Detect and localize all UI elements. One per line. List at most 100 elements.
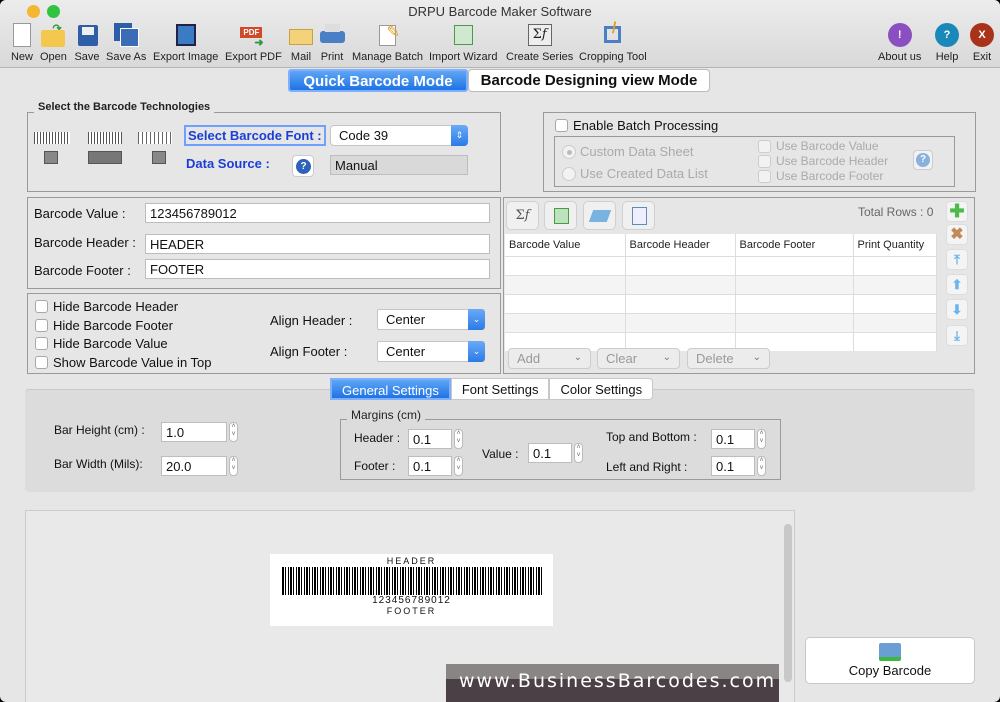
- export-image-icon: [173, 22, 199, 48]
- margin-top-bottom-input[interactable]: 0.1: [711, 429, 755, 449]
- bar-height-input[interactable]: 1.0: [161, 422, 227, 442]
- preview-footer: FOOTER: [386, 606, 437, 616]
- margin-header-input[interactable]: 0.1: [408, 429, 452, 449]
- align-footer-select[interactable]: Center ⌄: [377, 341, 485, 362]
- barcode-1d-icon[interactable]: [34, 132, 70, 144]
- batch-table[interactable]: Barcode Value Barcode Header Barcode Foo…: [505, 234, 937, 351]
- toolbar-about-us[interactable]: ! About us: [878, 22, 921, 63]
- list-export-button[interactable]: [622, 201, 655, 230]
- margin-value-input[interactable]: 0.1: [528, 443, 572, 463]
- toolbar-mail[interactable]: Mail: [288, 22, 314, 63]
- use-footer-checkbox[interactable]: Use Barcode Footer: [758, 169, 883, 183]
- enable-batch-checkbox[interactable]: Enable Batch Processing: [555, 118, 718, 133]
- column-header[interactable]: Print Quantity: [853, 234, 937, 256]
- toolbar-export-pdf[interactable]: PDF ➜ Export PDF: [225, 22, 282, 63]
- create-series-button[interactable]: Σf: [506, 201, 539, 230]
- save-icon: [74, 22, 100, 48]
- barcode-value-input[interactable]: 123456789012: [145, 203, 490, 223]
- table-row[interactable]: [505, 274, 937, 294]
- import-wizard-icon: [450, 22, 476, 48]
- margin-footer-input[interactable]: 0.1: [408, 456, 452, 476]
- data-source-help-button[interactable]: ?: [292, 155, 314, 177]
- toolbar-import-wizard[interactable]: Import Wizard: [429, 22, 497, 63]
- tab-font-settings[interactable]: Font Settings: [450, 378, 550, 400]
- select-font-label: Select Barcode Font :: [184, 125, 326, 146]
- column-header[interactable]: Barcode Footer: [735, 234, 854, 256]
- barcode-footer-input[interactable]: FOOTER: [145, 259, 490, 279]
- margin-header-stepper[interactable]: ˄ ˅: [454, 429, 463, 449]
- move-top-button[interactable]: ⤒: [946, 249, 968, 270]
- use-value-checkbox[interactable]: Use Barcode Value: [758, 139, 879, 153]
- move-down-button[interactable]: ⬇: [946, 299, 968, 320]
- barcode-pdf417-icon[interactable]: [88, 151, 122, 164]
- barcode-font-select[interactable]: Code 39 ⇕: [330, 125, 468, 146]
- margin-header-label: Header :: [354, 431, 401, 445]
- toolbar-new[interactable]: New: [9, 22, 35, 63]
- radio-created-data-list[interactable]: Use Created Data List: [562, 166, 708, 181]
- bar-width-input[interactable]: 20.0: [161, 456, 227, 476]
- delete-row-button[interactable]: ✖: [946, 224, 968, 245]
- margin-left-right-input[interactable]: 0.1: [711, 456, 755, 476]
- toolbar-help[interactable]: ? Help: [934, 22, 960, 63]
- toolbar-cropping-tool[interactable]: / Cropping Tool: [579, 20, 647, 63]
- bar-height-label: Bar Height (cm) :: [54, 423, 145, 437]
- barcode-postal-icon[interactable]: [88, 132, 122, 144]
- copy-barcode-button[interactable]: Copy Barcode: [805, 637, 975, 684]
- table-row[interactable]: [505, 293, 937, 313]
- column-header[interactable]: Barcode Value: [505, 234, 626, 256]
- toolbar-save-as[interactable]: Save As: [106, 22, 146, 63]
- chevron-down-icon: ⌄: [468, 309, 485, 330]
- hide-value-checkbox[interactable]: Hide Barcode Value: [35, 336, 168, 351]
- move-up-button[interactable]: ⬆: [946, 274, 968, 295]
- barcode-bars: [281, 567, 542, 595]
- barcode-4state-icon[interactable]: [138, 132, 172, 144]
- align-header-select[interactable]: Center ⌄: [377, 309, 485, 330]
- x-icon: ✖: [950, 226, 964, 243]
- toolbar-open[interactable]: ↷ Open: [40, 22, 67, 63]
- preview-scrollbar[interactable]: [784, 524, 792, 682]
- column-header[interactable]: Barcode Header: [625, 234, 736, 256]
- export-button[interactable]: [583, 201, 616, 230]
- toolbar-export-image[interactable]: Export Image: [153, 22, 218, 63]
- table-row[interactable]: [505, 255, 937, 275]
- barcode-datamatrix-icon[interactable]: [152, 151, 166, 164]
- tab-general-settings[interactable]: General Settings: [330, 378, 451, 400]
- show-value-top-checkbox[interactable]: Show Barcode Value in Top: [35, 355, 212, 370]
- toolbar-save[interactable]: Save: [74, 22, 100, 63]
- toolbar-create-series[interactable]: Σf Create Series: [506, 22, 573, 63]
- add-popup[interactable]: Add ⌄: [508, 348, 591, 369]
- toolbar-exit[interactable]: X Exit: [969, 22, 995, 63]
- delete-popup[interactable]: Delete ⌄: [687, 348, 770, 369]
- exit-icon: X: [969, 22, 995, 48]
- margins-label: Margins (cm): [347, 408, 426, 422]
- move-bottom-button[interactable]: ⤓: [946, 325, 968, 346]
- margin-left-right-stepper[interactable]: ˄ ˅: [757, 456, 766, 476]
- tab-quick-barcode-mode[interactable]: Quick Barcode Mode: [288, 69, 468, 92]
- help-icon: ?: [296, 159, 311, 174]
- radio-custom-data-sheet[interactable]: Custom Data Sheet: [562, 144, 693, 159]
- import-excel-button[interactable]: [544, 201, 577, 230]
- clear-popup[interactable]: Clear ⌄: [597, 348, 680, 369]
- margin-top-bottom-stepper[interactable]: ˄ ˅: [757, 429, 766, 449]
- add-row-button[interactable]: ✚: [946, 201, 968, 222]
- tab-color-settings[interactable]: Color Settings: [549, 378, 654, 400]
- arrow-up-icon: ⬆: [951, 277, 963, 292]
- hide-footer-checkbox[interactable]: Hide Barcode Footer: [35, 318, 173, 333]
- bar-width-stepper[interactable]: ˄ ˅: [229, 456, 238, 476]
- barcode-header-input[interactable]: HEADER: [145, 234, 490, 254]
- margin-footer-stepper[interactable]: ˄ ˅: [454, 456, 463, 476]
- use-header-checkbox[interactable]: Use Barcode Header: [758, 154, 888, 168]
- bar-height-stepper[interactable]: ˄ ˅: [229, 422, 238, 442]
- list-icon: [632, 207, 647, 225]
- titlebar: DRPU Barcode Maker Software New ↷ Open Sa…: [0, 0, 1000, 68]
- margin-left-right-label: Left and Right :: [606, 460, 688, 474]
- margin-value-stepper[interactable]: ˄ ˅: [574, 443, 583, 463]
- tab-designing-view-mode[interactable]: Barcode Designing view Mode: [468, 69, 710, 92]
- hide-header-checkbox[interactable]: Hide Barcode Header: [35, 299, 178, 314]
- table-row[interactable]: [505, 312, 937, 332]
- toolbar-print[interactable]: Print: [319, 22, 345, 63]
- barcode-2d-icon[interactable]: [44, 151, 58, 164]
- preview-header: HEADER: [386, 556, 437, 566]
- toolbar-manage-batch[interactable]: ✎ Manage Batch: [352, 22, 423, 63]
- batch-help-button[interactable]: ?: [913, 150, 933, 170]
